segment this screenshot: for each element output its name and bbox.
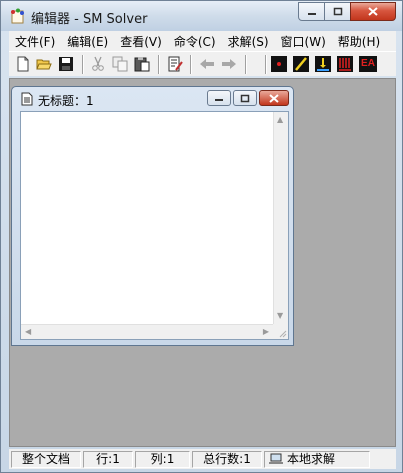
- status-scope: 整个文档: [11, 450, 81, 468]
- paste-icon: [134, 57, 150, 72]
- app-window: 编辑器 - SM Solver 文件(F) 编辑(E) 查看(V) 命令(C) …: [0, 0, 403, 473]
- edit-document-button[interactable]: [167, 56, 183, 72]
- new-file-icon: [17, 56, 29, 72]
- status-mode: 本地求解: [264, 450, 370, 468]
- scroll-left-icon[interactable]: ◀: [25, 328, 31, 336]
- close-icon: [368, 7, 378, 16]
- toolbar-separator: [245, 55, 247, 74]
- forward-arrow-icon: [222, 59, 236, 69]
- open-folder-icon: [36, 59, 52, 70]
- menu-command[interactable]: 命令(C): [168, 33, 222, 50]
- paste-button[interactable]: [134, 56, 150, 72]
- vertical-scrollbar[interactable]: ▲ ▼: [273, 112, 288, 324]
- close-icon: [269, 93, 279, 103]
- minimize-icon: [307, 12, 316, 15]
- window-title: 编辑器 - SM Solver: [31, 12, 148, 27]
- status-col: 列:1: [135, 450, 190, 468]
- status-total-lines: 总行数:1: [192, 450, 262, 468]
- status-mode-label: 本地求解: [287, 451, 336, 466]
- menu-bar: 文件(F) 编辑(E) 查看(V) 命令(C) 求解(S) 窗口(W) 帮助(H…: [9, 31, 396, 51]
- child-maximize-button[interactable]: [233, 90, 257, 106]
- save-button[interactable]: [58, 56, 74, 72]
- text-editor[interactable]: ▲ ▼ ◀ ▶: [20, 111, 289, 340]
- mdi-client-area: 无标题：1 ▲ ▼ ◀ ▶: [9, 78, 396, 447]
- run-point-button[interactable]: [271, 56, 287, 72]
- toolbar-separator: [190, 55, 192, 74]
- new-file-button[interactable]: [15, 56, 31, 72]
- edit-document-icon: [168, 56, 183, 72]
- menu-window[interactable]: 窗口(W): [275, 33, 332, 50]
- scroll-down-icon[interactable]: ▼: [277, 312, 283, 320]
- scroll-right-icon[interactable]: ▶: [263, 328, 269, 336]
- child-minimize-button[interactable]: [207, 90, 231, 106]
- status-row: 行:1: [83, 450, 133, 468]
- toolbar: EA: [9, 51, 396, 76]
- child-close-button[interactable]: [259, 90, 289, 106]
- run-bars-button[interactable]: [337, 56, 353, 72]
- menu-view[interactable]: 查看(V): [114, 33, 168, 50]
- horizontal-scrollbar[interactable]: ◀ ▶: [21, 324, 273, 339]
- run-line-button[interactable]: [293, 56, 309, 72]
- menu-edit[interactable]: 编辑(E): [61, 33, 114, 50]
- save-icon: [59, 57, 73, 71]
- copy-button[interactable]: [112, 56, 128, 72]
- toolbar-separator: [82, 55, 84, 74]
- run-line-icon: [293, 56, 309, 72]
- run-diagram-button[interactable]: [315, 56, 331, 72]
- close-button[interactable]: [350, 2, 396, 21]
- run-diagram-icon: [315, 56, 331, 72]
- menu-help[interactable]: 帮助(H): [332, 33, 386, 50]
- minimize-button[interactable]: [298, 2, 325, 21]
- toolbar-separator: [158, 55, 160, 74]
- toolbar-separator: [265, 55, 267, 74]
- resize-grip-icon[interactable]: [273, 324, 288, 339]
- back-arrow-icon: [200, 59, 214, 69]
- copy-icon: [112, 56, 128, 72]
- scroll-up-icon[interactable]: ▲: [277, 116, 283, 124]
- maximize-icon: [333, 7, 342, 16]
- document-title: 无标题：1: [38, 94, 94, 108]
- run-bars-icon: [337, 56, 353, 72]
- ea-button[interactable]: EA: [359, 56, 377, 72]
- cut-button[interactable]: [90, 56, 106, 72]
- status-bar: 整个文档 行:1 列:1 总行数:1 本地求解: [9, 449, 396, 469]
- computer-icon: [269, 453, 283, 464]
- app-icon: [11, 8, 24, 24]
- menu-file[interactable]: 文件(F): [9, 33, 61, 50]
- ea-icon: EA: [361, 58, 375, 69]
- minimize-icon: [215, 99, 223, 101]
- document-icon: [21, 92, 33, 106]
- cut-icon: [92, 56, 104, 71]
- document-window[interactable]: 无标题：1 ▲ ▼ ◀ ▶: [11, 86, 294, 346]
- run-point-icon: [271, 56, 287, 72]
- menu-solve[interactable]: 求解(S): [222, 33, 275, 50]
- back-button[interactable]: [199, 56, 215, 72]
- maximize-icon: [240, 94, 250, 102]
- maximize-button[interactable]: [324, 2, 351, 21]
- forward-button[interactable]: [221, 56, 237, 72]
- title-bar[interactable]: 编辑器 - SM Solver: [1, 1, 402, 31]
- open-button[interactable]: [36, 56, 52, 72]
